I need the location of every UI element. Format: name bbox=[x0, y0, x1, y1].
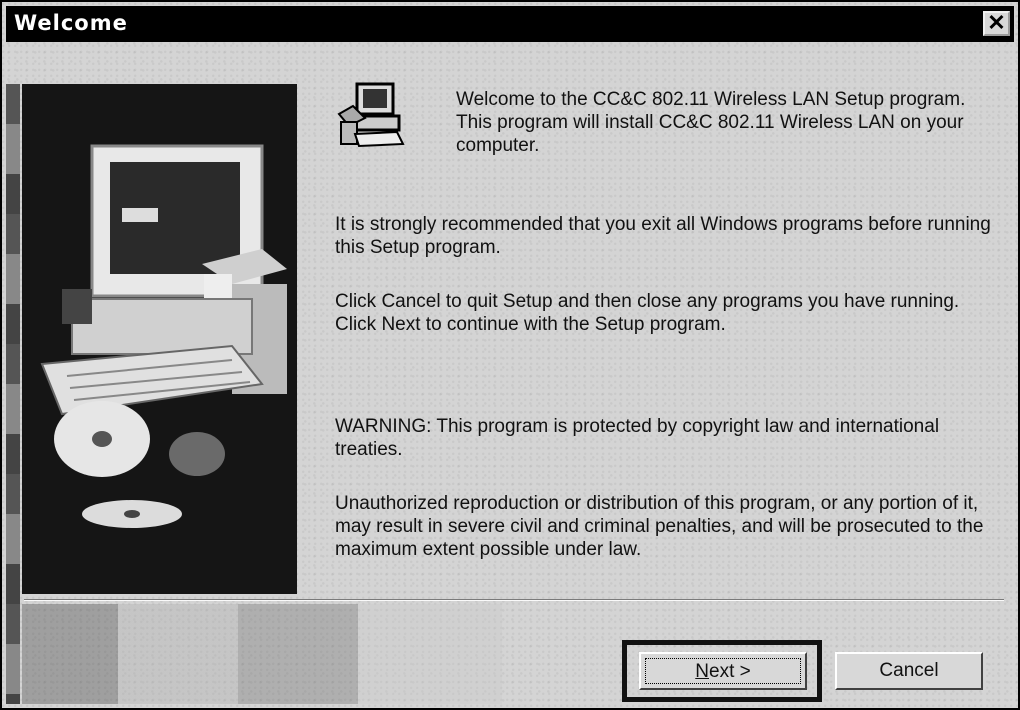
warning-text: WARNING: This program is protected by co… bbox=[335, 416, 940, 460]
close-button[interactable]: ✕ bbox=[983, 11, 1010, 36]
next-button[interactable]: Next > bbox=[639, 652, 807, 690]
setup-illustration bbox=[22, 84, 297, 594]
unauthorized-text: Unauthorized reproduction or distributio… bbox=[335, 493, 984, 560]
setup-window: Welcome ✕ Welcome to the CC&C 802.11 Wir… bbox=[0, 0, 1020, 710]
close-icon: ✕ bbox=[987, 10, 1006, 35]
next-mnemonic: N bbox=[695, 661, 709, 682]
exit-advice-text: It is strongly recommended that you exit… bbox=[335, 214, 991, 258]
setup-computer-icon bbox=[335, 80, 407, 150]
cancel-button[interactable]: Cancel bbox=[835, 652, 983, 690]
window-title: Welcome bbox=[14, 11, 128, 35]
focus-ring: Next > bbox=[645, 658, 801, 684]
separator bbox=[24, 599, 1004, 601]
cancel-label: Cancel bbox=[879, 660, 939, 681]
welcome-text: Welcome to the CC&C 802.11 Wireless LAN … bbox=[456, 89, 966, 156]
next-label: ext > bbox=[709, 661, 751, 682]
side-decorative-strip bbox=[6, 84, 20, 704]
bottom-decoration bbox=[22, 604, 502, 704]
cancel-advice-text: Click Cancel to quit Setup and then clos… bbox=[335, 291, 960, 335]
title-bar[interactable]: Welcome ✕ bbox=[6, 6, 1014, 42]
computer-illustration-icon bbox=[22, 84, 297, 594]
